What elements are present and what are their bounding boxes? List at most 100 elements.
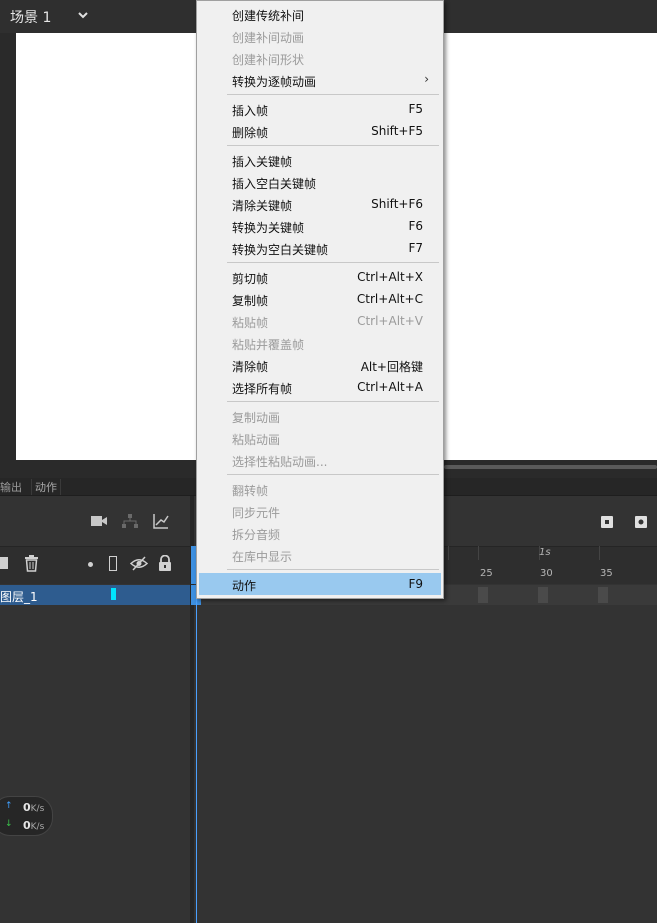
- stage-gutter: [0, 33, 16, 460]
- menu-item-shortcut: Ctrl+Alt+V: [357, 314, 423, 328]
- tab-action[interactable]: 动作: [31, 479, 61, 495]
- menu-item-label: 转换为逐帧动画: [232, 75, 317, 89]
- menu-item-label: 复制帧: [232, 294, 269, 308]
- menu-item-split-audio[interactable]: 拆分音频: [199, 522, 441, 544]
- upload-speed: ↑ 0K/s: [5, 801, 44, 814]
- menu-item-label: 清除关键帧: [232, 199, 293, 213]
- outline-icon[interactable]: [109, 556, 117, 571]
- onion-skin-icon[interactable]: [600, 515, 614, 529]
- menu-item-label: 动作: [232, 579, 257, 593]
- new-layer-icon[interactable]: [0, 557, 8, 569]
- menu-item-convert-to-blank-keyframe[interactable]: 转换为空白关键帧 F7: [199, 237, 441, 259]
- menu-item-label: 创建补间动画: [232, 31, 305, 45]
- stage-horizontal-scrollbar[interactable]: [444, 465, 657, 469]
- menu-item-shortcut: F7: [408, 241, 423, 255]
- menu-item-label: 删除帧: [232, 126, 269, 140]
- arrow-up-icon: ↑: [5, 801, 13, 811]
- layer-parenting-icon[interactable]: [122, 514, 138, 529]
- playhead-line[interactable]: [196, 542, 197, 923]
- tab-output[interactable]: 输出: [0, 479, 22, 495]
- menu-separator: [227, 94, 439, 95]
- menu-item-create-shape-tween[interactable]: 创建补间形状: [199, 47, 441, 69]
- layer-color-swatch[interactable]: [111, 588, 116, 600]
- menu-item-label: 选择性粘贴动画...: [232, 455, 328, 469]
- menu-item-label: 插入空白关键帧: [232, 177, 317, 191]
- chevron-down-icon[interactable]: [76, 8, 90, 22]
- menu-item-convert-frame-by-frame[interactable]: 转换为逐帧动画 ›: [199, 69, 441, 91]
- eye-hidden-icon[interactable]: [130, 556, 148, 571]
- download-speed-unit: K/s: [30, 822, 45, 832]
- menu-separator: [227, 401, 439, 402]
- ruler-number: 35: [600, 568, 613, 579]
- menu-item-shortcut: Alt+回格键: [360, 360, 423, 374]
- ruler-tick: [478, 546, 479, 560]
- menu-item-clear-keyframe[interactable]: 清除关键帧 Shift+F6: [199, 193, 441, 215]
- ruler-tick: [448, 546, 449, 560]
- menu-item-label: 复制动画: [232, 411, 281, 425]
- frame-cell[interactable]: [598, 587, 608, 603]
- network-speed-widget: ↑ 0K/s ↓ 0K/s: [0, 796, 53, 836]
- menu-item-label: 插入关键帧: [232, 155, 293, 169]
- menu-item-label: 同步元件: [232, 506, 281, 520]
- menu-item-label: 转换为空白关键帧: [232, 243, 329, 257]
- menu-item-shortcut: F9: [408, 577, 423, 591]
- menu-item-delete-frame[interactable]: 删除帧 Shift+F5: [199, 120, 441, 142]
- menu-item-label: 转换为关键帧: [232, 221, 305, 235]
- dot-icon[interactable]: [88, 562, 93, 567]
- menu-item-select-all-frames[interactable]: 选择所有帧 Ctrl+Alt+A: [199, 376, 441, 398]
- menu-item-label: 创建补间形状: [232, 53, 305, 67]
- frame-context-menu: 创建传统补间 创建补间动画 创建补间形状 转换为逐帧动画 › 插入帧 F5 删除帧 S…: [196, 0, 444, 599]
- graph-icon[interactable]: [153, 513, 169, 529]
- submenu-arrow-icon: ›: [424, 72, 429, 86]
- lock-icon[interactable]: [158, 555, 172, 571]
- menu-item-label: 清除帧: [232, 360, 269, 374]
- menu-item-label: 粘贴并覆盖帧: [232, 338, 305, 352]
- frame-cell[interactable]: [538, 587, 548, 603]
- arrow-down-icon: ↓: [5, 819, 13, 829]
- menu-item-copy-frames[interactable]: 复制帧 Ctrl+Alt+C: [199, 288, 441, 310]
- ruler-tick: [599, 546, 600, 560]
- menu-item-label: 剪切帧: [232, 272, 269, 286]
- download-speed: ↓ 0K/s: [5, 819, 44, 832]
- menu-item-label: 在库中显示: [232, 550, 293, 564]
- menu-item-sync-symbols[interactable]: 同步元件: [199, 500, 441, 522]
- upload-speed-unit: K/s: [30, 804, 45, 814]
- menu-item-clear-frames[interactable]: 清除帧 Alt+回格键: [199, 354, 441, 376]
- layer-name[interactable]: 图层_1: [0, 588, 38, 605]
- menu-item-label: 拆分音频: [232, 528, 281, 542]
- menu-item-shortcut: Ctrl+Alt+C: [356, 292, 423, 306]
- menu-item-cut-frames[interactable]: 剪切帧 Ctrl+Alt+X: [199, 266, 441, 288]
- menu-item-paste-motion[interactable]: 粘贴动画: [199, 427, 441, 449]
- menu-item-label: 粘贴帧: [232, 316, 269, 330]
- onion-skin-outline-icon[interactable]: [634, 515, 648, 529]
- menu-item-shortcut: Shift+F6: [371, 197, 423, 211]
- menu-item-actions[interactable]: 动作 F9: [199, 573, 441, 595]
- menu-item-show-in-library[interactable]: 在库中显示: [199, 544, 441, 566]
- ruler-number: 25: [480, 568, 493, 579]
- menu-item-shortcut: Shift+F5: [371, 124, 423, 138]
- menu-item-paste-frames[interactable]: 粘贴帧 Ctrl+Alt+V: [199, 310, 441, 332]
- menu-item-paste-motion-special[interactable]: 选择性粘贴动画...: [199, 449, 441, 471]
- menu-item-reverse-frames[interactable]: 翻转帧: [199, 478, 441, 500]
- layer-row[interactable]: 图层_1: [0, 585, 191, 605]
- menu-item-label: 粘贴动画: [232, 433, 281, 447]
- menu-item-create-classic-tween[interactable]: 创建传统补间: [199, 3, 441, 25]
- menu-item-create-motion-tween[interactable]: 创建补间动画: [199, 25, 441, 47]
- menu-item-insert-keyframe[interactable]: 插入关键帧: [199, 149, 441, 171]
- menu-item-label: 选择所有帧: [232, 382, 293, 396]
- menu-item-copy-motion[interactable]: 复制动画: [199, 405, 441, 427]
- menu-item-insert-blank-keyframe[interactable]: 插入空白关键帧: [199, 171, 441, 193]
- menu-item-insert-frame[interactable]: 插入帧 F5: [199, 98, 441, 120]
- menu-item-paste-and-overwrite[interactable]: 粘贴并覆盖帧: [199, 332, 441, 354]
- menu-item-shortcut: F6: [408, 219, 423, 233]
- ruler-number: 30: [540, 568, 553, 579]
- menu-item-label: 创建传统补间: [232, 9, 305, 23]
- menu-item-shortcut: F5: [408, 102, 423, 116]
- camera-icon[interactable]: [90, 514, 108, 528]
- frame-cell[interactable]: [478, 587, 488, 603]
- ruler-second-label: 1s: [539, 547, 551, 558]
- trash-icon[interactable]: [24, 555, 39, 572]
- menu-separator: [227, 474, 439, 475]
- scene-label[interactable]: 场景 1: [10, 7, 51, 27]
- menu-item-convert-to-keyframe[interactable]: 转换为关键帧 F6: [199, 215, 441, 237]
